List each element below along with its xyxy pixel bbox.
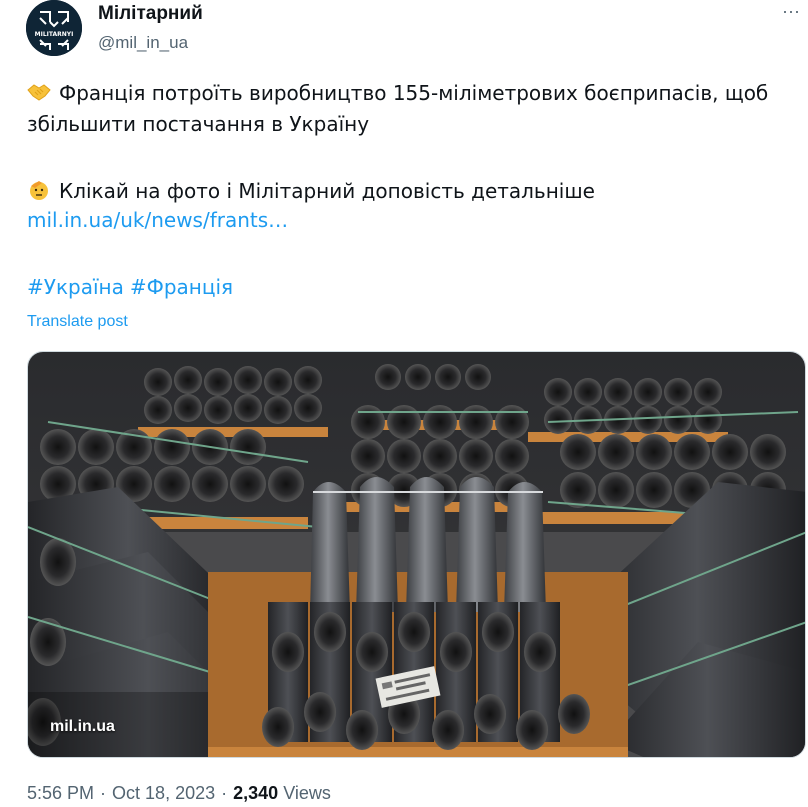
tweet: MILITARNYI Мілітарний @mil_in_ua ··· Фра… [0, 0, 808, 807]
saluting-face-icon [27, 179, 51, 201]
handshake-icon [27, 81, 51, 103]
hashtags: #Україна #Франція [27, 275, 239, 299]
more-options-icon[interactable]: ··· [780, 0, 802, 22]
post-text-1: Франція потроїть виробництво 155-мілімет… [27, 81, 769, 136]
author-name[interactable]: Мілітарний [98, 3, 203, 25]
separator-dot: · [100, 783, 107, 803]
post-text-line1: Франція потроїть виробництво 155-мілімет… [27, 78, 787, 140]
author-handle[interactable]: @mil_in_ua [98, 33, 188, 53]
avatar[interactable]: MILITARNYI [26, 0, 82, 56]
image-caption: mil.in.ua [50, 718, 115, 735]
post-text-2: Клікай на фото і Мілітарний доповість де… [59, 179, 595, 203]
hashtag-france[interactable]: #Франція [130, 275, 233, 299]
svg-text:MILITARNYI: MILITARNYI [35, 31, 74, 38]
militarnyi-logo-icon: MILITARNYI [26, 0, 82, 56]
post-metadata: 5:56 PM · Oct 18, 2023 · 2,340 Views [27, 783, 331, 804]
post-text-line2: Клікай на фото і Мілітарний доповість де… [27, 176, 787, 207]
post-image[interactable]: mil.in.ua [27, 351, 806, 758]
views-count: 2,340 [233, 783, 279, 803]
post-date[interactable]: Oct 18, 2023 [112, 783, 215, 803]
post-time[interactable]: 5:56 PM [27, 783, 94, 803]
artillery-shells-photo [28, 352, 805, 757]
post-link[interactable]: mil.in.ua/uk/news/frants… [27, 208, 288, 232]
views-label: Views [283, 783, 331, 803]
separator-dot: · [221, 783, 228, 803]
hashtag-ukraine[interactable]: #Україна [27, 275, 124, 299]
translate-post-link[interactable]: Translate post [27, 313, 128, 331]
